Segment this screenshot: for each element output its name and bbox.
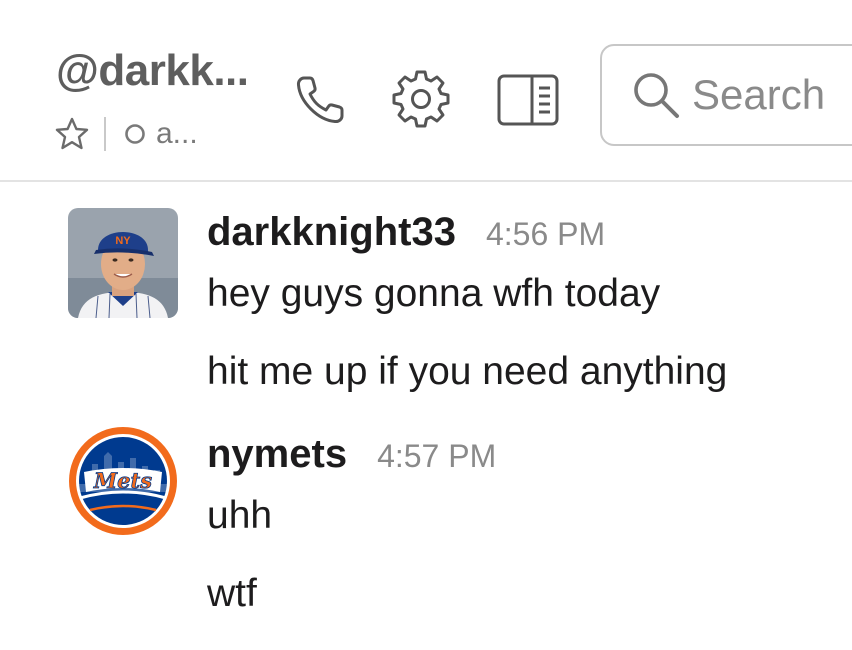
mets-logo: Mets — [69, 427, 177, 535]
search-icon — [634, 73, 679, 118]
presence-icon — [125, 124, 145, 144]
baseball-player-photo: NY — [68, 208, 178, 318]
call-icon[interactable] — [292, 72, 348, 128]
message-text: uhh — [207, 494, 273, 537]
status-text[interactable]: a... — [156, 117, 198, 151]
message-text: wtf — [207, 572, 257, 615]
message-text: hit me up if you need anything — [207, 350, 728, 393]
search-input[interactable]: Search — [600, 44, 852, 146]
channel-title[interactable]: @darkk... — [56, 46, 249, 96]
svg-text:Mets: Mets — [93, 468, 152, 493]
message-header: darkknight33 4:56 PM — [207, 210, 605, 262]
timestamp[interactable]: 4:57 PM — [377, 438, 496, 475]
message-text: hey guys gonna wfh today — [207, 272, 661, 315]
details-icon[interactable] — [496, 72, 560, 128]
sender-name[interactable]: darkknight33 — [207, 210, 456, 255]
channel-header: @darkk... a... Search — [0, 0, 852, 182]
search-placeholder: Search — [692, 71, 826, 118]
avatar[interactable]: Mets — [68, 426, 178, 536]
timestamp[interactable]: 4:56 PM — [486, 216, 605, 253]
star-icon[interactable] — [54, 116, 90, 152]
meta-divider — [104, 117, 106, 151]
message-header: nymets 4:57 PM — [207, 432, 496, 484]
channel-meta: a... — [54, 112, 198, 156]
avatar[interactable]: NY — [68, 208, 178, 318]
svg-text:NY: NY — [115, 235, 131, 247]
gear-icon[interactable] — [390, 68, 452, 130]
sender-name[interactable]: nymets — [207, 432, 347, 477]
